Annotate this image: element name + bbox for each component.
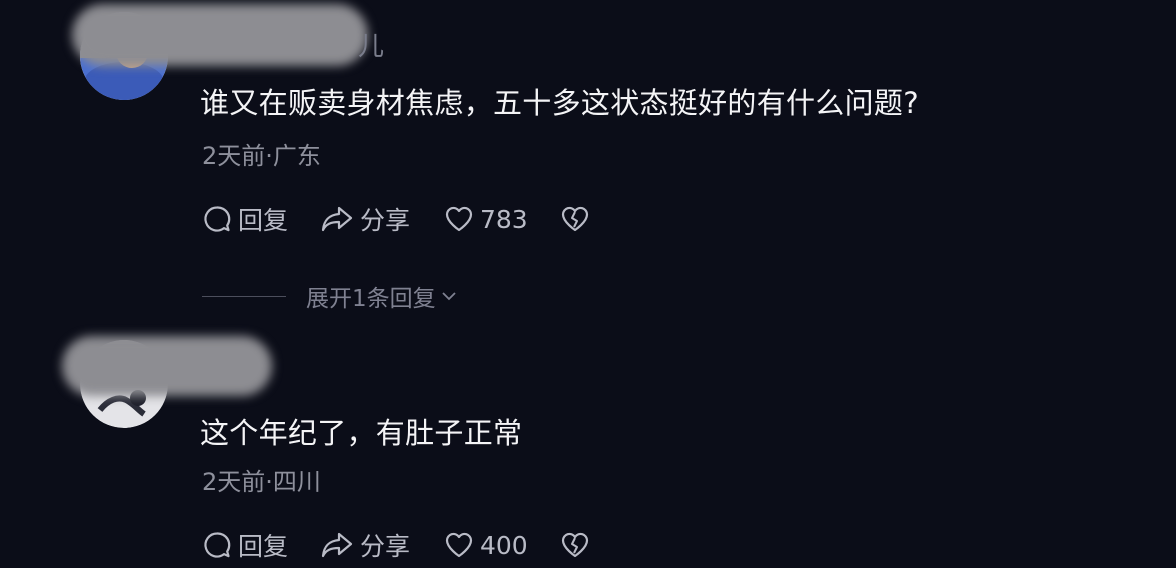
comment-text: 这个年纪了，有肚子正常 <box>200 416 523 450</box>
share-button[interactable]: 分享 <box>320 527 444 563</box>
share-button[interactable]: 分享 <box>320 201 444 237</box>
comment-meta: 2天前·广东 <box>202 142 321 170</box>
expand-replies-button[interactable]: 展开1条回复 <box>202 280 458 312</box>
comment-list: 儿 谁又在贩卖身材焦虑，五十多这状态挺好的有什么问题? 2天前·广东 回复 分享 <box>0 0 1176 568</box>
comment-actions: 回复 分享 400 <box>202 528 590 562</box>
comment-bubble-icon <box>204 206 231 232</box>
reply-button[interactable]: 回复 <box>202 201 320 237</box>
username-redacted[interactable] <box>62 336 272 396</box>
username-visible-part: 儿 <box>358 32 385 62</box>
like-count: 400 <box>480 530 528 560</box>
broken-heart-icon <box>561 532 589 558</box>
dislike-button[interactable] <box>560 530 590 560</box>
share-arrow-icon <box>321 206 353 232</box>
divider-line <box>202 295 286 297</box>
broken-heart-icon <box>561 206 589 232</box>
comment-meta: 2天前·四川 <box>202 468 321 496</box>
reply-label: 回复 <box>238 206 289 235</box>
comment-actions: 回复 分享 783 <box>202 202 590 236</box>
heart-icon <box>445 206 473 232</box>
like-button[interactable]: 783 <box>444 204 560 234</box>
reply-button[interactable]: 回复 <box>202 527 320 563</box>
dislike-button[interactable] <box>560 204 590 234</box>
share-label: 分享 <box>360 532 411 561</box>
comment-bubble-icon <box>204 532 231 558</box>
comment-text: 谁又在贩卖身材焦虑，五十多这状态挺好的有什么问题? <box>200 86 919 120</box>
share-label: 分享 <box>360 206 411 235</box>
username-redacted[interactable] <box>72 4 368 66</box>
heart-icon <box>445 532 473 558</box>
like-button[interactable]: 400 <box>444 530 560 560</box>
share-arrow-icon <box>321 532 353 558</box>
reply-label: 回复 <box>238 532 289 561</box>
expand-replies-label: 展开1条回复 <box>306 286 436 312</box>
like-count: 783 <box>480 204 528 234</box>
chevron-down-icon <box>442 292 456 301</box>
